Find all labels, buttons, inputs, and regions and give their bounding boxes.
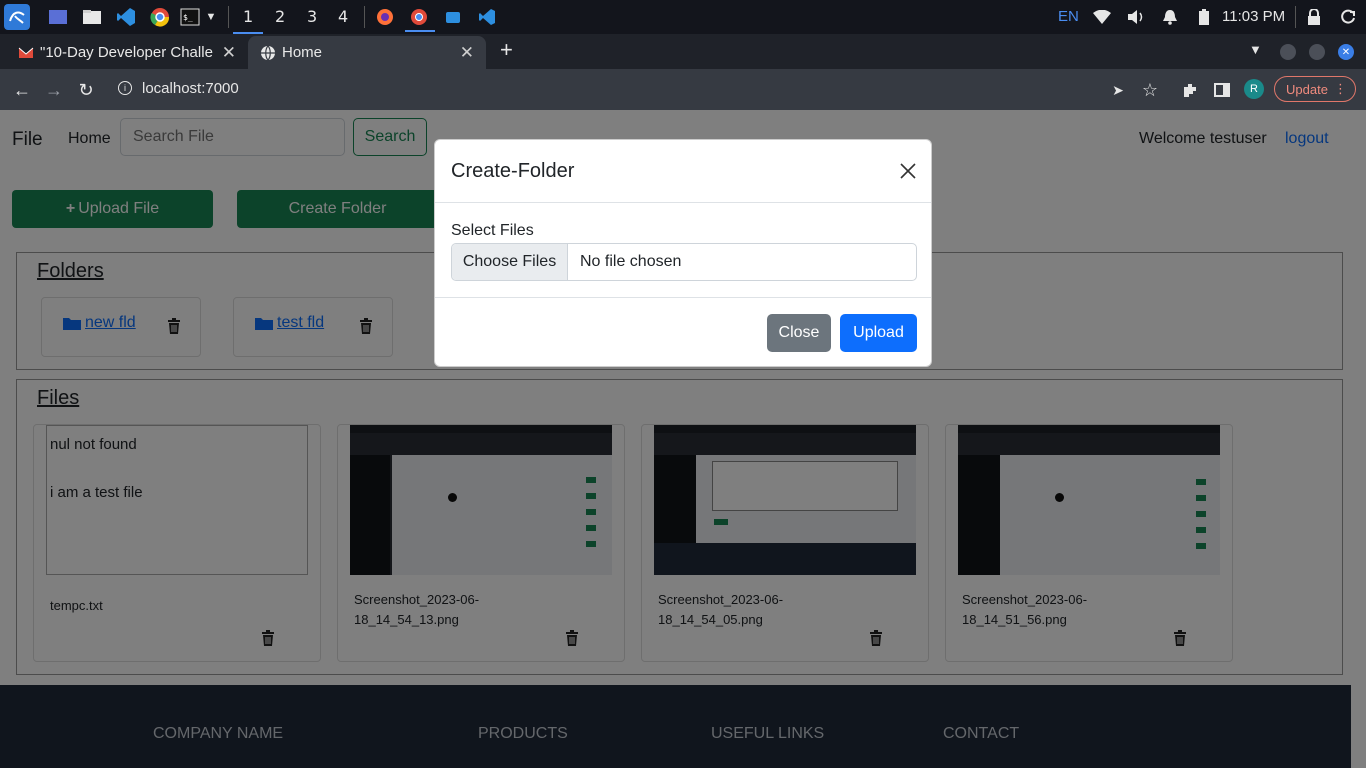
reload-icon[interactable]: ↻ (76, 80, 96, 100)
close-tab-icon[interactable]: ✕ (222, 43, 236, 63)
back-arrow-icon[interactable]: ← (12, 80, 32, 100)
minimize-window-button[interactable] (1280, 44, 1296, 60)
chrome-window-icon[interactable] (409, 7, 429, 27)
bookmark-star-icon[interactable]: ☆ (1140, 80, 1160, 100)
firefox-icon[interactable] (375, 7, 395, 27)
modal-title: Create-Folder (451, 160, 575, 182)
close-button[interactable]: Close (767, 314, 831, 352)
workspace-3[interactable]: 3 (307, 7, 317, 26)
file-status-text: No file chosen (580, 253, 682, 270)
vscode-icon[interactable] (116, 7, 136, 27)
tab-title: "10-Day Developer Challe (40, 44, 213, 61)
menu-dots-icon: ⋮ (1334, 81, 1347, 96)
profile-avatar[interactable]: R (1244, 79, 1264, 99)
forward-arrow-icon[interactable]: → (44, 80, 64, 100)
desktop-icon[interactable] (48, 7, 68, 27)
volume-icon[interactable] (1126, 7, 1146, 27)
workspace-2[interactable]: 2 (275, 7, 285, 26)
kali-menu-icon[interactable] (4, 4, 30, 30)
clock[interactable]: 11:03 PM (1222, 8, 1285, 25)
workspace-1[interactable]: 1 (232, 7, 264, 34)
close-tab-icon[interactable]: ✕ (460, 43, 474, 63)
file-manager-icon[interactable] (82, 7, 102, 27)
send-icon[interactable]: ➤ (1108, 80, 1128, 100)
browser-tabstrip: "10-Day Developer Challe ✕ Home ✕ + ▼ ✕ (0, 34, 1366, 69)
maximize-window-button[interactable] (1309, 44, 1325, 60)
gmail-icon (18, 47, 34, 58)
app-window-icon[interactable] (443, 7, 463, 27)
keyboard-layout[interactable]: EN (1058, 8, 1079, 25)
modal-close-icon[interactable] (899, 162, 917, 180)
browser-tab-gmail[interactable]: "10-Day Developer Challe ✕ (2, 36, 248, 69)
create-folder-modal: Create-Folder Select Files Choose Files … (434, 139, 932, 367)
new-tab-button[interactable]: + (500, 37, 513, 63)
battery-icon[interactable] (1194, 7, 1214, 27)
update-label: Update (1286, 81, 1328, 97)
side-panel-icon[interactable] (1212, 80, 1232, 100)
chevron-down-icon[interactable]: ▼ (204, 7, 218, 27)
close-window-button[interactable]: ✕ (1338, 44, 1354, 60)
upload-button[interactable]: Upload (840, 314, 917, 352)
terminal-icon[interactable]: $_ (180, 7, 200, 27)
system-taskbar: $_ ▼ 1 2 3 4 EN 11:03 PM (0, 0, 1366, 34)
chrome-icon[interactable] (150, 7, 170, 27)
site-info-icon[interactable]: i (118, 81, 132, 95)
tab-search-chevron-icon[interactable]: ▼ (1249, 42, 1262, 57)
globe-icon (261, 45, 275, 61)
choose-files-button[interactable]: Choose Files (452, 244, 568, 280)
svg-text:$_: $_ (183, 13, 193, 22)
url-field[interactable]: localhost:7000 (142, 80, 239, 97)
tab-title: Home (282, 44, 323, 61)
select-files-label: Select Files (451, 222, 534, 239)
notification-bell-icon[interactable] (1160, 7, 1180, 27)
wifi-icon[interactable] (1092, 7, 1112, 27)
vscode-window-icon[interactable] (477, 7, 497, 27)
lock-icon[interactable] (1304, 7, 1324, 27)
update-button[interactable]: Update ⋮ (1274, 76, 1356, 102)
browser-tab-home[interactable]: Home ✕ (248, 36, 486, 69)
file-input[interactable]: Choose Files No file chosen (451, 243, 917, 281)
workspace-4[interactable]: 4 (338, 7, 348, 26)
power-refresh-icon[interactable] (1338, 7, 1358, 27)
extensions-puzzle-icon[interactable] (1180, 80, 1200, 100)
